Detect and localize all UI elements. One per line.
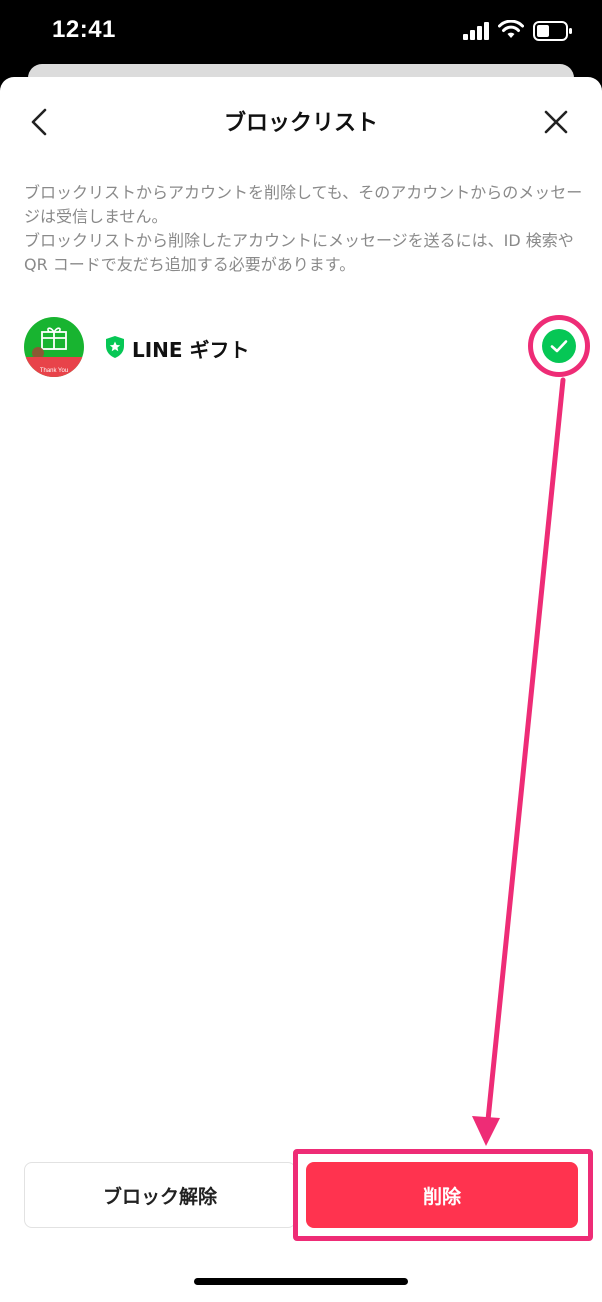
home-indicator bbox=[194, 1278, 408, 1285]
unblock-button[interactable]: ブロック解除 bbox=[24, 1162, 296, 1228]
highlight-ring bbox=[528, 315, 590, 377]
blocked-account-row[interactable]: Thank You LINE ギフト bbox=[0, 315, 602, 387]
close-icon[interactable] bbox=[542, 107, 570, 137]
check-icon bbox=[550, 340, 568, 353]
gift-icon bbox=[41, 327, 67, 350]
selection-checkbox[interactable] bbox=[542, 329, 576, 363]
notice-text: ブロックリストからアカウントを削除しても、そのアカウントからのメッセージは受信し… bbox=[24, 181, 584, 277]
page-title: ブロックリスト bbox=[223, 111, 378, 136]
cellular-signal-icon bbox=[463, 22, 489, 40]
notice-line-2: ブロックリストから削除したアカウントにメッセージを送るには、ID 検索や QR … bbox=[24, 231, 574, 274]
wifi-icon bbox=[498, 20, 524, 38]
status-time: 12:41 bbox=[52, 16, 116, 43]
block-list-sheet: ブロックリスト ブロックリストからアカウントを削除しても、そのアカウントからのメ… bbox=[0, 77, 602, 1302]
battery-icon bbox=[533, 21, 572, 41]
official-shield-icon bbox=[106, 336, 124, 358]
avatar-caption: Thank You bbox=[39, 368, 69, 374]
status-bar: 12:41 bbox=[0, 0, 602, 70]
account-avatar: Thank You bbox=[24, 317, 84, 377]
notice-line-1: ブロックリストからアカウントを削除しても、そのアカウントからのメッセージは受信し… bbox=[24, 183, 583, 226]
delete-button[interactable]: 削除 bbox=[306, 1162, 578, 1228]
avatar-band bbox=[24, 357, 84, 377]
account-name: LINE ギフト bbox=[132, 338, 250, 362]
